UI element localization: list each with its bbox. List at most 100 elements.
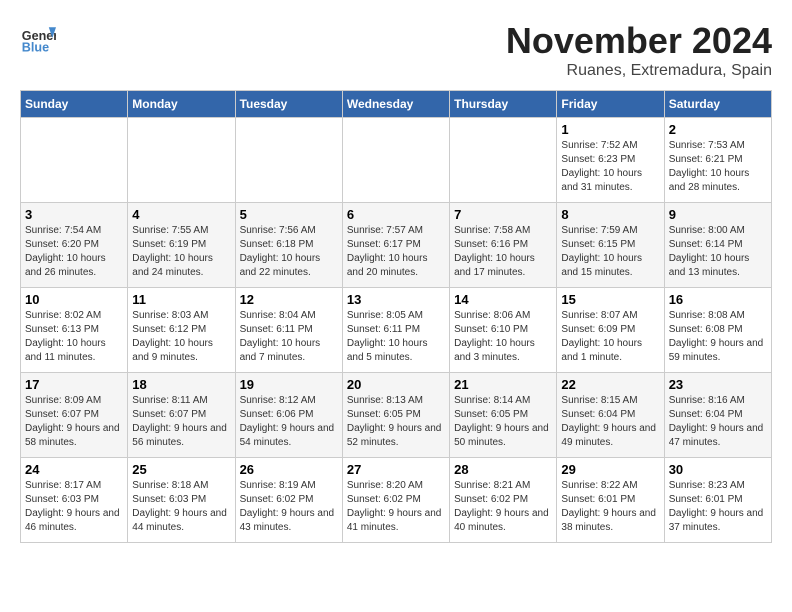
calendar-day-cell: 20 Sunrise: 8:13 AM Sunset: 6:05 PM Dayli… [342,373,449,458]
day-number: 24 [25,462,123,477]
day-number: 6 [347,207,445,222]
day-info: Sunrise: 8:23 AM Sunset: 6:01 PM Dayligh… [669,479,767,535]
calendar-week-row: 17 Sunrise: 8:09 AM Sunset: 6:07 PM Dayli… [21,373,772,458]
calendar-week-row: 3 Sunrise: 7:54 AM Sunset: 6:20 PM Daylig… [21,203,772,288]
calendar-day-cell: 24 Sunrise: 8:17 AM Sunset: 6:03 PM Dayli… [21,458,128,543]
header-area: General Blue November 2024 Ruanes, Extre… [20,20,772,80]
calendar-day-cell: 22Sunrise: 8:15 AM Sunset: 6:04 PM Dayli… [557,373,664,458]
day-info: Sunrise: 8:02 AM Sunset: 6:13 PM Dayligh… [25,309,123,365]
day-info: Sunrise: 8:18 AM Sunset: 6:03 PM Dayligh… [132,479,230,535]
day-number: 19 [240,377,338,392]
calendar-week-row: 10 Sunrise: 8:02 AM Sunset: 6:13 PM Dayli… [21,288,772,373]
day-number: 10 [25,292,123,307]
calendar-day-cell: 5Sunrise: 7:56 AM Sunset: 6:18 PM Daylig… [235,203,342,288]
calendar-day-cell: 7 Sunrise: 7:58 AM Sunset: 6:16 PM Daylig… [450,203,557,288]
svg-text:Blue: Blue [22,41,49,55]
day-number: 7 [454,207,552,222]
calendar-day-cell: 10 Sunrise: 8:02 AM Sunset: 6:13 PM Dayli… [21,288,128,373]
calendar-day-cell: 2 Sunrise: 7:53 AM Sunset: 6:21 PM Daylig… [664,118,771,203]
calendar-day-cell: 3 Sunrise: 7:54 AM Sunset: 6:20 PM Daylig… [21,203,128,288]
day-number: 14 [454,292,552,307]
calendar-week-row: 24 Sunrise: 8:17 AM Sunset: 6:03 PM Dayli… [21,458,772,543]
calendar-day-cell: 27 Sunrise: 8:20 AM Sunset: 6:02 PM Dayli… [342,458,449,543]
weekday-header-row: SundayMondayTuesdayWednesdayThursdayFrid… [21,91,772,118]
day-info: Sunrise: 8:22 AM Sunset: 6:01 PM Dayligh… [561,479,659,535]
calendar-week-row: 1Sunrise: 7:52 AM Sunset: 6:23 PM Daylig… [21,118,772,203]
calendar-day-cell: 15 Sunrise: 8:07 AM Sunset: 6:09 PM Dayli… [557,288,664,373]
day-number: 29 [561,462,659,477]
calendar-table: SundayMondayTuesdayWednesdayThursdayFrid… [20,90,772,543]
calendar-day-cell: 11 Sunrise: 8:03 AM Sunset: 6:12 PM Dayli… [128,288,235,373]
calendar-body: 1Sunrise: 7:52 AM Sunset: 6:23 PM Daylig… [21,118,772,543]
day-number: 3 [25,207,123,222]
calendar-day-cell: 8 Sunrise: 7:59 AM Sunset: 6:15 PM Daylig… [557,203,664,288]
calendar-day-cell: 13 Sunrise: 8:05 AM Sunset: 6:11 PM Dayli… [342,288,449,373]
day-number: 20 [347,377,445,392]
calendar-day-cell: 26 Sunrise: 8:19 AM Sunset: 6:02 PM Dayli… [235,458,342,543]
day-number: 25 [132,462,230,477]
day-number: 4 [132,207,230,222]
day-info: Sunrise: 8:08 AM Sunset: 6:08 PM Dayligh… [669,309,767,365]
day-info: Sunrise: 8:14 AM Sunset: 6:05 PM Dayligh… [454,394,552,450]
day-info: Sunrise: 8:05 AM Sunset: 6:11 PM Dayligh… [347,309,445,365]
day-number: 18 [132,377,230,392]
day-info: Sunrise: 8:15 AM Sunset: 6:04 PM Dayligh… [561,394,659,450]
calendar-day-cell [128,118,235,203]
calendar-day-cell: 6Sunrise: 7:57 AM Sunset: 6:17 PM Daylig… [342,203,449,288]
calendar-day-cell: 19 Sunrise: 8:12 AM Sunset: 6:06 PM Dayli… [235,373,342,458]
day-info: Sunrise: 8:19 AM Sunset: 6:02 PM Dayligh… [240,479,338,535]
calendar-day-cell: 18 Sunrise: 8:11 AM Sunset: 6:07 PM Dayli… [128,373,235,458]
day-info: Sunrise: 8:04 AM Sunset: 6:11 PM Dayligh… [240,309,338,365]
day-info: Sunrise: 7:54 AM Sunset: 6:20 PM Dayligh… [25,224,123,280]
weekday-header-cell: Friday [557,91,664,118]
day-number: 23 [669,377,767,392]
calendar-day-cell: 21Sunrise: 8:14 AM Sunset: 6:05 PM Dayli… [450,373,557,458]
weekday-header-cell: Wednesday [342,91,449,118]
calendar-day-cell: 25 Sunrise: 8:18 AM Sunset: 6:03 PM Dayli… [128,458,235,543]
weekday-header-cell: Tuesday [235,91,342,118]
weekday-header-cell: Monday [128,91,235,118]
calendar-day-cell: 4 Sunrise: 7:55 AM Sunset: 6:19 PM Daylig… [128,203,235,288]
calendar-day-cell: 23 Sunrise: 8:16 AM Sunset: 6:04 PM Dayli… [664,373,771,458]
day-number: 15 [561,292,659,307]
day-info: Sunrise: 8:03 AM Sunset: 6:12 PM Dayligh… [132,309,230,365]
calendar-day-cell [21,118,128,203]
calendar-day-cell: 29 Sunrise: 8:22 AM Sunset: 6:01 PM Dayli… [557,458,664,543]
day-info: Sunrise: 8:17 AM Sunset: 6:03 PM Dayligh… [25,479,123,535]
day-number: 11 [132,292,230,307]
day-info: Sunrise: 7:55 AM Sunset: 6:19 PM Dayligh… [132,224,230,280]
day-number: 16 [669,292,767,307]
day-info: Sunrise: 8:09 AM Sunset: 6:07 PM Dayligh… [25,394,123,450]
day-info: Sunrise: 8:20 AM Sunset: 6:02 PM Dayligh… [347,479,445,535]
day-number: 17 [25,377,123,392]
day-info: Sunrise: 8:13 AM Sunset: 6:05 PM Dayligh… [347,394,445,450]
day-info: Sunrise: 8:12 AM Sunset: 6:06 PM Dayligh… [240,394,338,450]
title-block: November 2024 Ruanes, Extremadura, Spain [506,20,772,80]
day-number: 27 [347,462,445,477]
month-title: November 2024 [506,20,772,62]
day-number: 1 [561,122,659,137]
day-number: 13 [347,292,445,307]
weekday-header-cell: Thursday [450,91,557,118]
day-number: 2 [669,122,767,137]
day-info: Sunrise: 8:07 AM Sunset: 6:09 PM Dayligh… [561,309,659,365]
day-info: Sunrise: 7:56 AM Sunset: 6:18 PM Dayligh… [240,224,338,280]
day-info: Sunrise: 8:16 AM Sunset: 6:04 PM Dayligh… [669,394,767,450]
weekday-header-cell: Saturday [664,91,771,118]
calendar-day-cell: 17 Sunrise: 8:09 AM Sunset: 6:07 PM Dayli… [21,373,128,458]
day-number: 30 [669,462,767,477]
calendar-day-cell: 30 Sunrise: 8:23 AM Sunset: 6:01 PM Dayli… [664,458,771,543]
day-info: Sunrise: 8:00 AM Sunset: 6:14 PM Dayligh… [669,224,767,280]
day-number: 9 [669,207,767,222]
day-number: 26 [240,462,338,477]
day-info: Sunrise: 7:58 AM Sunset: 6:16 PM Dayligh… [454,224,552,280]
calendar-day-cell: 14Sunrise: 8:06 AM Sunset: 6:10 PM Dayli… [450,288,557,373]
day-number: 28 [454,462,552,477]
calendar-day-cell [450,118,557,203]
day-info: Sunrise: 8:21 AM Sunset: 6:02 PM Dayligh… [454,479,552,535]
weekday-header-cell: Sunday [21,91,128,118]
day-info: Sunrise: 7:53 AM Sunset: 6:21 PM Dayligh… [669,139,767,195]
day-number: 8 [561,207,659,222]
day-info: Sunrise: 8:11 AM Sunset: 6:07 PM Dayligh… [132,394,230,450]
day-info: Sunrise: 7:59 AM Sunset: 6:15 PM Dayligh… [561,224,659,280]
